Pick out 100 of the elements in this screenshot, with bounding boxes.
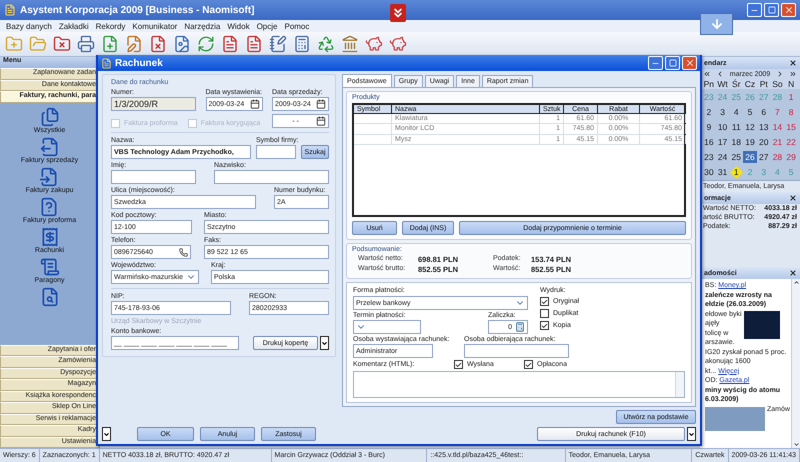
calendar-day[interactable]: 23: [702, 151, 716, 163]
caret-icon: [688, 430, 695, 438]
folder-x-icon[interactable]: [53, 35, 71, 53]
calendar-day[interactable]: 31: [716, 166, 730, 178]
calendar-day[interactable]: 25: [729, 151, 744, 163]
minimize-button[interactable]: [648, 56, 663, 70]
calendar-day[interactable]: 4: [729, 106, 744, 118]
document-icon[interactable]: [40, 286, 60, 306]
calendar-day[interactable]: 30: [702, 166, 716, 178]
calendar-day[interactable]: 20: [756, 136, 771, 148]
scroll-down-icon[interactable]: [792, 441, 800, 448]
calendar-day[interactable]: 3: [716, 106, 730, 118]
calendar-day[interactable]: 9: [702, 121, 716, 133]
scrollbar[interactable]: [675, 372, 684, 397]
recycle-icon[interactable]: [317, 35, 335, 53]
close-button[interactable]: [682, 56, 697, 70]
building-icon[interactable]: [341, 35, 359, 53]
calendar-day[interactable]: 13: [756, 121, 771, 133]
dialog-title: Rachunek: [115, 58, 163, 68]
calendar-day[interactable]: 12: [743, 121, 757, 133]
down-arrow-button[interactable]: [700, 13, 733, 35]
checkbox[interactable]: [540, 321, 549, 330]
document-icon[interactable]: [221, 35, 239, 53]
double-chevron-icon: [391, 6, 405, 20]
piggy-bank-icon[interactable]: [365, 35, 383, 53]
select-field[interactable]: [353, 320, 421, 334]
calendar-day[interactable]: 24: [716, 151, 730, 163]
dropdown-button[interactable]: [687, 427, 696, 441]
calculator-icon[interactable]: [293, 35, 311, 53]
document-icon[interactable]: [39, 196, 60, 216]
input-field[interactable]: [256, 145, 296, 159]
calendar-day[interactable]: 1: [729, 166, 744, 178]
calendar-day[interactable]: 2: [702, 106, 716, 118]
phone-icon[interactable]: [179, 248, 188, 256]
calendar-day[interactable]: 19: [743, 136, 757, 148]
document-icon[interactable]: [40, 256, 60, 276]
menu-item[interactable]: Opcje: [256, 22, 278, 30]
calendar-day[interactable]: 11: [729, 121, 744, 133]
calendar-day[interactable]: 5: [743, 106, 757, 118]
refresh-icon[interactable]: [197, 35, 215, 53]
menu-item[interactable]: Rekordy: [96, 22, 126, 30]
menu-item[interactable]: Pomoc: [284, 22, 310, 30]
checkbox[interactable]: [524, 360, 533, 369]
document-plus-icon[interactable]: [101, 35, 119, 53]
document-icon[interactable]: [40, 106, 60, 126]
input-field[interactable]: [464, 344, 569, 358]
weekday-label: Cz: [744, 79, 756, 89]
checkbox[interactable]: [454, 360, 463, 369]
menu-item[interactable]: Narzędzia: [184, 22, 220, 30]
dropdown-button[interactable]: [320, 336, 329, 350]
menu-item[interactable]: Widok: [227, 22, 250, 30]
piggy-bank-icon[interactable]: [389, 35, 407, 53]
weekday-label: So: [771, 79, 784, 89]
close-button[interactable]: [781, 3, 796, 17]
restore-button[interactable]: [764, 3, 779, 17]
close-icon[interactable]: [789, 59, 797, 67]
scrollbar[interactable]: [791, 279, 800, 448]
calendar-day[interactable]: 17: [716, 136, 730, 148]
calendar-day[interactable]: 16: [702, 136, 716, 148]
double-right-icon[interactable]: [788, 70, 797, 78]
document-icon[interactable]: [39, 166, 60, 186]
menu-item[interactable]: Zakładki: [58, 22, 89, 30]
document-pencil-icon[interactable]: [125, 35, 143, 53]
input-field[interactable]: [214, 170, 329, 184]
restore-icon: [768, 6, 776, 14]
calendar-day[interactable]: 27: [756, 151, 771, 163]
double-left-icon[interactable]: [703, 70, 711, 78]
input-field[interactable]: [111, 170, 196, 184]
printer-icon[interactable]: [77, 35, 95, 53]
maximize-button[interactable]: [665, 56, 680, 70]
caret-icon: [103, 430, 110, 438]
calendar-day[interactable]: 6: [756, 106, 771, 118]
scroll-up-icon[interactable]: [792, 279, 800, 286]
calendar-day[interactable]: 26: [743, 151, 757, 163]
document-icon: [101, 58, 112, 68]
calendar-day[interactable]: 10: [716, 121, 730, 133]
notebook-icon[interactable]: [269, 35, 287, 53]
calendar-icon[interactable]: [316, 116, 326, 126]
weekday-label: Wt: [716, 79, 729, 89]
calendar-day[interactable]: 18: [729, 136, 744, 148]
close-icon[interactable]: [789, 269, 797, 277]
calendar-icon[interactable]: [250, 99, 260, 109]
dropdown-button[interactable]: [102, 427, 111, 441]
document-picture-icon[interactable]: [173, 35, 191, 53]
weekday-label: Śr: [731, 79, 742, 89]
checkbox[interactable]: [540, 309, 549, 318]
document-icon[interactable]: [40, 136, 60, 156]
calculator-icon[interactable]: [515, 322, 525, 332]
minimize-button[interactable]: [747, 3, 762, 17]
document-icon[interactable]: [40, 226, 60, 246]
menu-item[interactable]: Bazy danych: [6, 22, 52, 30]
checkbox[interactable]: [540, 297, 549, 306]
menu-item[interactable]: Komunikator: [132, 22, 178, 30]
calendar-icon[interactable]: [316, 99, 326, 109]
close-icon[interactable]: [789, 194, 797, 202]
comment-field[interactable]: [353, 371, 685, 398]
double-down-arrow-button[interactable]: [390, 4, 406, 22]
document-icon[interactable]: [245, 35, 263, 53]
input-field[interactable]: 1/3/2009/R: [111, 97, 196, 111]
document-x-icon[interactable]: [149, 35, 167, 53]
